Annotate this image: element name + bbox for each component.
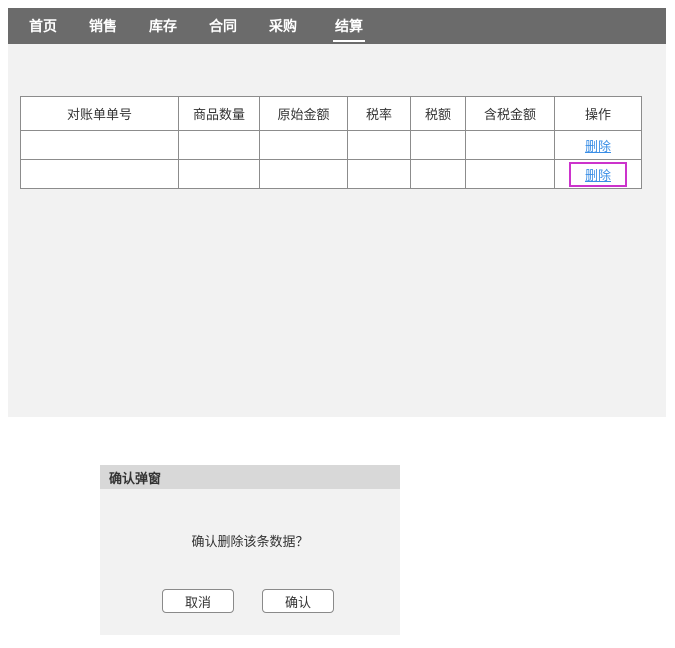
statement-table: 对账单单号 商品数量 原始金额 税率 税额 含税金额 操作 删除 删除 <box>20 96 642 189</box>
table-row: 删除 <box>20 130 642 160</box>
nav-item-inventory[interactable]: 库存 <box>149 8 177 44</box>
dialog-title: 确认弹窗 <box>100 465 400 489</box>
confirm-dialog: 确认弹窗 确认删除该条数据？ 取消 确认 <box>100 465 400 635</box>
cell-statement-no <box>20 130 179 160</box>
cell-tax-amount <box>410 159 466 189</box>
cell-amount-incl-tax <box>465 159 555 189</box>
cell-tax-rate <box>347 159 411 189</box>
col-header-statement-no: 对账单单号 <box>20 96 179 131</box>
cell-original-amount <box>259 130 348 160</box>
table-row: 删除 <box>20 159 642 189</box>
table-header-row: 对账单单号 商品数量 原始金额 税率 税额 含税金额 操作 <box>20 96 642 131</box>
cell-amount-incl-tax <box>465 130 555 160</box>
col-header-amount-incl-tax: 含税金额 <box>465 96 555 131</box>
cell-tax-amount <box>410 130 466 160</box>
cell-tax-rate <box>347 130 411 160</box>
app-window: 首页 销售 库存 合同 采购 结算 对账单单号 商品数量 原始金额 税率 税额 … <box>8 8 666 417</box>
confirm-button[interactable]: 确认 <box>262 589 334 613</box>
cell-quantity <box>178 159 260 189</box>
nav-item-contract[interactable]: 合同 <box>209 8 237 44</box>
cell-original-amount <box>259 159 348 189</box>
cell-actions: 删除 <box>554 130 642 160</box>
cancel-button[interactable]: 取消 <box>162 589 234 613</box>
dialog-message: 确认删除该条数据？ <box>191 535 309 550</box>
col-header-quantity: 商品数量 <box>178 96 260 131</box>
nav-item-home[interactable]: 首页 <box>29 8 57 44</box>
col-header-tax-rate: 税率 <box>347 96 411 131</box>
delete-link[interactable]: 删除 <box>585 140 611 155</box>
cell-quantity <box>178 130 260 160</box>
col-header-actions: 操作 <box>554 96 642 131</box>
cell-statement-no <box>20 159 179 189</box>
delete-link-highlight: 删除 <box>568 161 627 187</box>
col-header-tax-amount: 税额 <box>410 96 466 131</box>
delete-link[interactable]: 删除 <box>585 169 611 184</box>
nav-item-purchase[interactable]: 采购 <box>269 8 297 44</box>
nav-item-sales[interactable]: 销售 <box>89 8 117 44</box>
top-nav: 首页 销售 库存 合同 采购 结算 <box>8 8 666 44</box>
cell-actions: 删除 <box>554 159 642 189</box>
col-header-original-amount: 原始金额 <box>259 96 348 131</box>
nav-item-settlement[interactable]: 结算 <box>333 8 365 44</box>
